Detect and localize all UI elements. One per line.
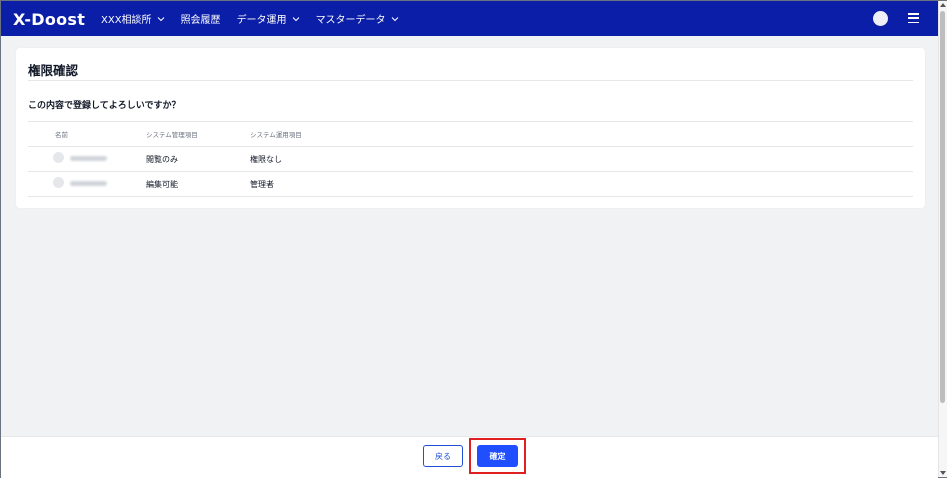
hamburger-menu-icon[interactable] bbox=[908, 13, 919, 24]
nav-item-history[interactable]: 照会履歴 bbox=[181, 11, 221, 26]
chevron-down-icon bbox=[157, 16, 164, 21]
table-row: 閲覧のみ 権限なし bbox=[28, 146, 913, 171]
cell-system-ops: 権限なし bbox=[250, 155, 282, 164]
user-name-blurred bbox=[70, 181, 107, 186]
table-row: 編集可能 管理者 bbox=[28, 171, 913, 197]
table-header-row: 名前 システム管理項目 システム運用項目 bbox=[28, 121, 913, 146]
scroll-up-icon[interactable] bbox=[940, 3, 946, 7]
action-footer: 戻る 確定 bbox=[1, 436, 938, 478]
cell-system-admin: 閲覧のみ bbox=[146, 155, 178, 164]
nav-item-label: マスターデータ bbox=[315, 15, 386, 26]
vertical-scrollbar[interactable] bbox=[938, 1, 947, 477]
permission-confirm-card: 権限確認 この内容で登録してよろしいですか？ 名前 システム管理項目 システム運… bbox=[16, 48, 925, 208]
confirm-question: この内容で登録してよろしいですか？ bbox=[28, 101, 181, 111]
scrollbar-thumb[interactable] bbox=[940, 11, 945, 403]
nav-item-label: XXX相談所 bbox=[101, 15, 152, 26]
scroll-down-icon[interactable] bbox=[940, 471, 946, 475]
confirm-button[interactable]: 確定 bbox=[477, 445, 518, 467]
nav-item-consultation[interactable]: XXX相談所 bbox=[101, 11, 165, 26]
cell-system-admin: 編集可能 bbox=[146, 180, 178, 189]
nav-item-label: 照会履歴 bbox=[180, 15, 221, 26]
user-avatar-icon bbox=[53, 177, 64, 188]
column-header-system-ops: システム運用項目 bbox=[250, 131, 302, 139]
user-name-blurred bbox=[70, 156, 107, 161]
nav-item-label: データ運用 bbox=[236, 15, 287, 26]
user-avatar[interactable] bbox=[873, 11, 888, 26]
user-avatar-icon bbox=[53, 152, 64, 163]
top-navigation-bar: X-Doost XXX相談所 照会履歴 データ運用 マスターデータ bbox=[1, 1, 938, 36]
chevron-down-icon bbox=[391, 16, 398, 21]
nav-item-master-data[interactable]: マスターデータ bbox=[316, 11, 399, 26]
column-header-name: 名前 bbox=[55, 131, 68, 139]
permission-table: 名前 システム管理項目 システム運用項目 閲覧のみ 権限なし 編集可能 管理者 bbox=[28, 121, 913, 197]
page-title: 権限確認 bbox=[28, 63, 79, 78]
column-header-system-admin: システム管理項目 bbox=[146, 131, 198, 139]
nav-item-data-operation[interactable]: データ運用 bbox=[237, 11, 300, 26]
cell-system-ops: 管理者 bbox=[250, 180, 274, 189]
divider bbox=[28, 80, 913, 81]
browser-frame: X-Doost XXX相談所 照会履歴 データ運用 マスターデータ 権限確認 こ… bbox=[0, 0, 947, 478]
chevron-down-icon bbox=[292, 16, 299, 21]
app-logo[interactable]: X-Doost bbox=[13, 10, 85, 29]
back-button[interactable]: 戻る bbox=[423, 445, 463, 467]
main-nav: XXX相談所 照会履歴 データ運用 マスターデータ bbox=[101, 1, 399, 36]
